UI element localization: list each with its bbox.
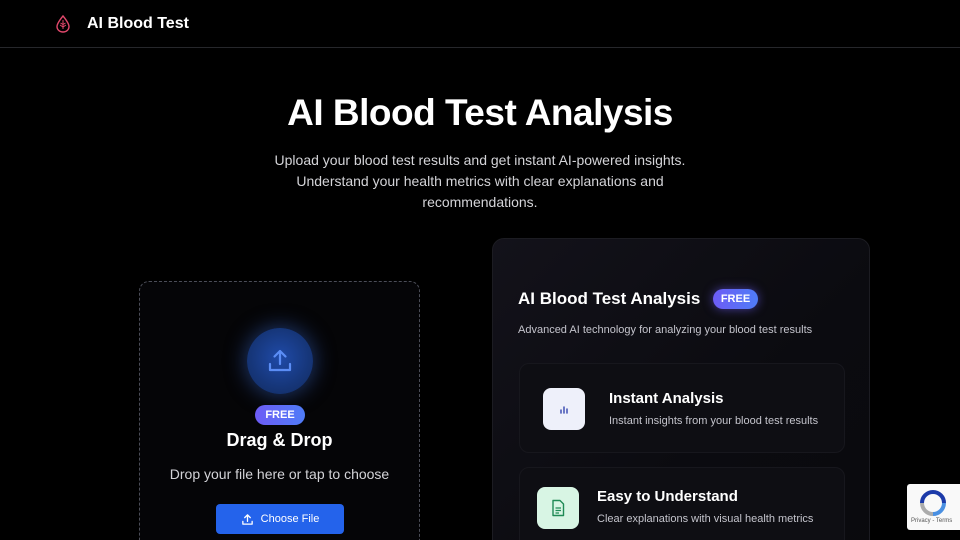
feature-description: Clear explanations with visual health me…	[597, 513, 814, 525]
dropzone-title: Drag & Drop	[226, 430, 333, 450]
top-navbar: AI Blood Test	[0, 0, 960, 48]
feature-card-easy-to-understand: Easy to Understand Clear explanations wi…	[519, 467, 845, 540]
upload-small-icon	[241, 513, 253, 525]
panel-free-badge: FREE	[713, 289, 758, 309]
upload-icon[interactable]	[247, 328, 313, 394]
recaptcha-links[interactable]: Privacy - Terms	[911, 518, 952, 524]
feature-card-instant-analysis: Instant Analysis Instant insights from y…	[519, 363, 845, 453]
dropzone-subtitle: Drop your file here or tap to choose	[169, 466, 390, 482]
recaptcha-badge[interactable]: Privacy - Terms	[907, 484, 960, 530]
page-subtitle: Upload your blood test results and get i…	[274, 152, 686, 210]
document-icon	[537, 487, 579, 529]
page-title: AI Blood Test Analysis	[287, 92, 673, 133]
feature-title: Easy to Understand	[597, 488, 738, 505]
file-dropzone[interactable]: FREE Drag & Drop Drop your file here or …	[139, 281, 420, 540]
feature-description: Instant insights from your blood test re…	[609, 415, 819, 427]
free-badge: FREE	[255, 405, 305, 425]
blood-drop-logo-icon[interactable]	[54, 14, 72, 33]
choose-file-button[interactable]: Choose File	[216, 504, 344, 534]
chart-bars-icon	[543, 388, 585, 430]
brand-name[interactable]: AI Blood Test	[87, 15, 189, 33]
panel-title: AI Blood Test Analysis	[518, 289, 701, 308]
choose-file-label: Choose File	[260, 513, 320, 525]
feature-title: Instant Analysis	[609, 390, 724, 407]
panel-description: Advanced AI technology for analyzing you…	[518, 324, 813, 336]
recaptcha-icon	[920, 490, 946, 516]
analysis-info-panel: AI Blood Test Analysis FREE Advanced AI …	[492, 238, 870, 540]
